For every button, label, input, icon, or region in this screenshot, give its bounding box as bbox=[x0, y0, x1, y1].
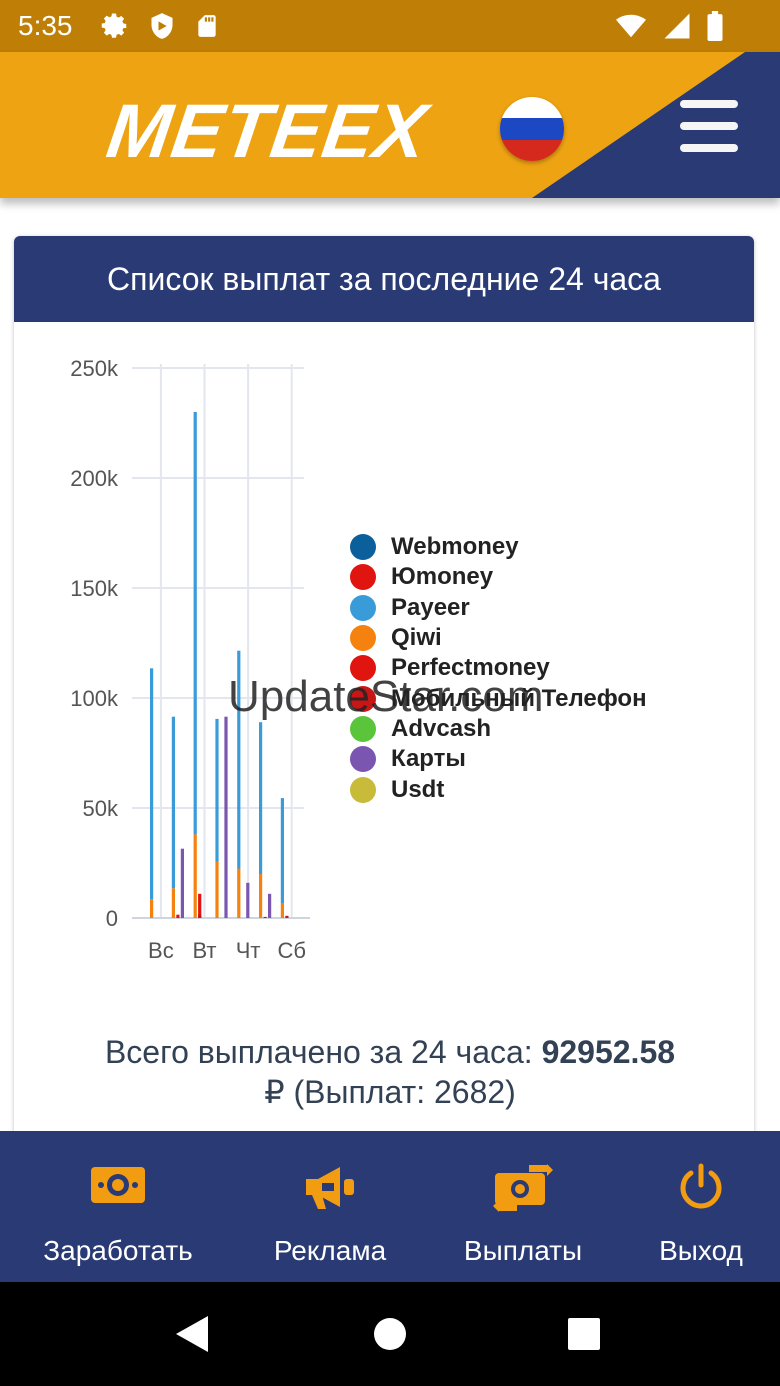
bar-карты-5 bbox=[268, 893, 272, 918]
bar-perfectmoney-1 bbox=[176, 914, 180, 918]
wifi-icon bbox=[616, 14, 646, 38]
recents-icon[interactable] bbox=[568, 1318, 600, 1350]
legend-item[interactable]: Юmoney bbox=[350, 562, 647, 592]
legend-item[interactable]: Карты bbox=[350, 744, 647, 774]
legend-swatch bbox=[350, 625, 376, 652]
bar-qiwi-3 bbox=[215, 861, 219, 918]
status-time: 5:35 bbox=[18, 10, 73, 41]
y-tick-label: 250k bbox=[70, 356, 119, 381]
nav-ads[interactable]: Реклама bbox=[240, 1131, 420, 1282]
y-tick-label: 0 bbox=[106, 906, 118, 931]
bar-payeer-1 bbox=[171, 716, 175, 889]
bar-qiwi-2 bbox=[193, 834, 197, 918]
bar-мобильный-телефон-2 bbox=[198, 914, 202, 918]
nav-logout-label: Выход bbox=[659, 1235, 743, 1266]
bar-карты-1 bbox=[180, 848, 184, 918]
bottom-nav: Заработать Реклама Выплаты Выход bbox=[0, 1131, 780, 1282]
hamburger-menu-icon[interactable] bbox=[676, 98, 742, 154]
app-logo: METEEX bbox=[102, 89, 433, 174]
bar-qiwi-6 bbox=[280, 903, 284, 918]
legend-label: Usdt bbox=[391, 775, 445, 803]
bar-payeer-2 bbox=[193, 412, 197, 835]
watermark: UpdateStar.com bbox=[228, 672, 544, 721]
bar-qiwi-5 bbox=[259, 874, 263, 918]
bar-qiwi-0 bbox=[150, 899, 154, 918]
megaphone-icon bbox=[306, 1167, 354, 1209]
nav-earn[interactable]: Заработать bbox=[18, 1131, 218, 1282]
x-tick-label: Вт bbox=[192, 938, 216, 963]
payout-total: Всего выплачено за 24 часа: 92952.58 ₽ (… bbox=[0, 1032, 780, 1112]
bar-мобильный-телефон-6 bbox=[285, 915, 289, 918]
y-tick-label: 50k bbox=[83, 796, 119, 821]
power-icon bbox=[680, 1163, 722, 1209]
legend-swatch bbox=[350, 776, 376, 803]
legend-label: Карты bbox=[391, 745, 466, 773]
legend-item[interactable]: Qiwi bbox=[350, 623, 647, 653]
signal-icon bbox=[664, 13, 690, 39]
russia-flag-icon bbox=[500, 97, 564, 161]
total-prefix: Всего выплачено за 24 часа: bbox=[104, 1034, 542, 1070]
legend-item[interactable]: Webmoney bbox=[350, 532, 647, 562]
legend-label: Payeer bbox=[391, 593, 470, 621]
bar-payeer-3 bbox=[215, 718, 219, 862]
app-header: METEEX bbox=[0, 52, 780, 198]
status-bar: 5:35 bbox=[0, 0, 780, 52]
legend-swatch bbox=[350, 534, 376, 561]
money-icon bbox=[91, 1167, 145, 1203]
gear-icon bbox=[101, 13, 127, 38]
nav-payouts[interactable]: Выплаты bbox=[440, 1131, 606, 1282]
bar-payeer-6 bbox=[280, 798, 284, 904]
nav-payouts-label: Выплаты bbox=[463, 1235, 583, 1266]
bar-payeer-0 bbox=[150, 668, 154, 900]
back-icon[interactable] bbox=[176, 1316, 210, 1352]
legend-label: Qiwi bbox=[391, 624, 442, 652]
bar-qiwi-1 bbox=[171, 888, 175, 918]
nav-ads-label: Реклама bbox=[273, 1235, 387, 1266]
x-tick-label: Вс bbox=[148, 938, 174, 963]
nav-logout[interactable]: Выход bbox=[628, 1131, 774, 1282]
legend-label: Юmoney bbox=[391, 563, 494, 591]
total-suffix: ₽ (Выплат: 2682) bbox=[264, 1074, 516, 1110]
bar-payeer-5 bbox=[259, 722, 263, 874]
legend-label: Webmoney bbox=[391, 533, 519, 561]
nav-earn-label: Заработать bbox=[43, 1235, 193, 1266]
shield-icon bbox=[151, 13, 173, 39]
bar-карты-4 bbox=[246, 882, 250, 918]
android-nav-bar bbox=[0, 1282, 780, 1386]
y-tick-label: 200k bbox=[70, 466, 119, 491]
y-tick-label: 100k bbox=[70, 686, 119, 711]
bar-карты-3 bbox=[224, 716, 228, 918]
total-amount: 92952.58 bbox=[541, 1034, 676, 1070]
bar-qiwi-4 bbox=[237, 868, 241, 918]
home-icon[interactable] bbox=[374, 1318, 406, 1350]
legend-swatch bbox=[350, 564, 376, 591]
chart-legend: Webmoney Юmoney Payeer Qiwi Perfectmoney Моби… bbox=[350, 532, 647, 805]
legend-item[interactable]: Payeer bbox=[350, 593, 647, 623]
y-tick-label: 150k bbox=[70, 576, 119, 601]
battery-icon bbox=[707, 11, 723, 41]
legend-item[interactable]: Usdt bbox=[350, 774, 647, 804]
bar-мобильный-телефон-5 bbox=[263, 916, 267, 918]
sd-card-icon bbox=[198, 15, 216, 37]
legend-swatch bbox=[350, 594, 376, 621]
x-tick-label: Чт bbox=[236, 938, 261, 963]
legend-swatch bbox=[350, 746, 376, 773]
bar-perfectmoney-2 bbox=[198, 893, 202, 918]
x-tick-label: Сб bbox=[277, 938, 306, 963]
money-transfer-icon bbox=[493, 1164, 553, 1212]
